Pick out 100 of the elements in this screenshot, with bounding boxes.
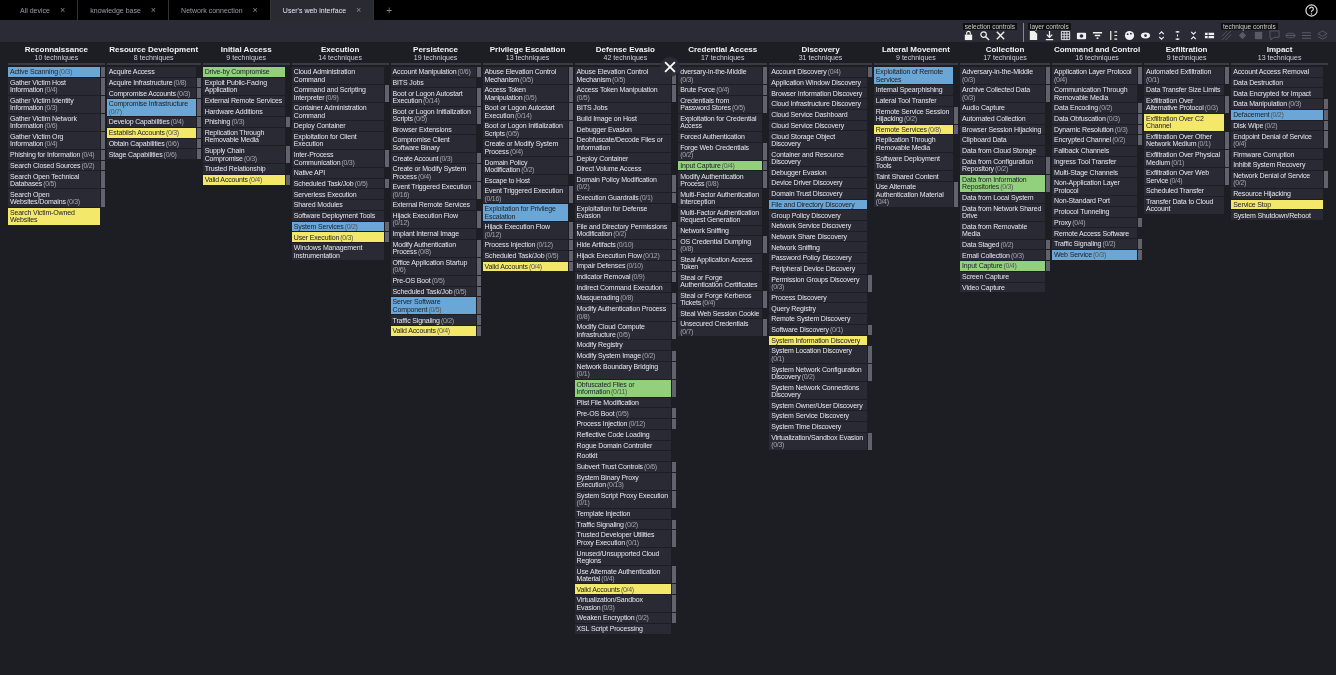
subtechnique-handle[interactable] bbox=[285, 117, 290, 127]
subtechnique-handle[interactable] bbox=[954, 106, 958, 124]
subtechnique-handle[interactable] bbox=[384, 85, 389, 103]
tactic-title[interactable]: Execution bbox=[321, 45, 360, 54]
help-icon[interactable] bbox=[1305, 3, 1318, 17]
subtechnique-handle[interactable] bbox=[672, 271, 677, 282]
subtechnique-handle[interactable] bbox=[672, 192, 677, 203]
subtechnique-handle[interactable] bbox=[1138, 67, 1143, 85]
subtechnique-handle[interactable] bbox=[476, 239, 481, 257]
subtechnique-handle[interactable] bbox=[1046, 67, 1051, 85]
subtechnique-handle[interactable] bbox=[672, 250, 677, 261]
subtechnique-handle[interactable] bbox=[672, 361, 677, 379]
subtechnique-handle[interactable] bbox=[100, 67, 105, 77]
subtechnique-handle[interactable] bbox=[1046, 239, 1051, 250]
subtechnique-handle[interactable] bbox=[100, 113, 105, 131]
subtechnique-handle[interactable] bbox=[196, 117, 201, 127]
subtechnique-handle[interactable] bbox=[1225, 131, 1230, 149]
subtechnique-handle[interactable] bbox=[568, 139, 573, 157]
subtechnique-handle[interactable] bbox=[867, 67, 872, 77]
tactic-title[interactable]: Credential Access bbox=[688, 45, 758, 54]
tactic-title[interactable]: Defense Evasio bbox=[595, 45, 655, 54]
subtechnique-handle[interactable] bbox=[1324, 131, 1328, 149]
close-tab-button[interactable]: × bbox=[59, 5, 66, 15]
subtechnique-handle[interactable] bbox=[763, 160, 768, 171]
sort-icon[interactable] bbox=[1108, 30, 1119, 41]
subtechnique-handle[interactable] bbox=[1225, 95, 1230, 113]
subtechnique-handle[interactable] bbox=[672, 293, 677, 303]
subtechnique-handle[interactable] bbox=[476, 164, 481, 182]
subtechnique-handle[interactable] bbox=[100, 95, 105, 113]
eye-icon[interactable] bbox=[1140, 30, 1151, 41]
subtechnique-handle[interactable] bbox=[476, 297, 481, 315]
filter-icon[interactable] bbox=[1092, 30, 1103, 41]
subtechnique-handle[interactable] bbox=[1046, 174, 1051, 192]
subtechnique-handle[interactable] bbox=[867, 346, 872, 364]
subtechnique-handle[interactable] bbox=[100, 77, 105, 95]
subtechnique-handle[interactable] bbox=[672, 261, 677, 271]
subtechnique-handle[interactable] bbox=[476, 210, 481, 228]
close-tab-button[interactable]: × bbox=[150, 5, 157, 15]
subtechnique-handle[interactable] bbox=[1138, 103, 1143, 113]
subtechnique-handle[interactable] bbox=[196, 77, 201, 88]
subtechnique-handle[interactable] bbox=[672, 379, 677, 397]
subtechnique-handle[interactable] bbox=[672, 595, 677, 613]
subtechnique-handle[interactable] bbox=[100, 189, 105, 207]
subtechnique-handle[interactable] bbox=[672, 85, 677, 103]
subtechnique-handle[interactable] bbox=[1046, 85, 1051, 103]
download-icon[interactable] bbox=[1044, 30, 1055, 41]
subtechnique-handle[interactable] bbox=[672, 613, 677, 623]
subtechnique-handle[interactable] bbox=[1138, 113, 1143, 124]
subtechnique-handle[interactable] bbox=[476, 286, 481, 297]
subtechnique-handle[interactable] bbox=[1138, 217, 1143, 228]
subtechnique-handle[interactable] bbox=[867, 364, 872, 382]
subtechnique-handle[interactable] bbox=[672, 462, 677, 472]
subtechnique-handle[interactable] bbox=[476, 106, 481, 124]
lock-icon[interactable] bbox=[962, 30, 974, 41]
subtechnique-handle[interactable] bbox=[1138, 249, 1143, 260]
subtechnique-handle[interactable] bbox=[100, 131, 105, 149]
tactic-title[interactable]: Resource Development bbox=[109, 45, 199, 54]
subtechnique-handle[interactable] bbox=[1138, 239, 1143, 249]
subtechnique-handle[interactable] bbox=[100, 160, 105, 171]
subtechnique-handle[interactable] bbox=[476, 275, 481, 286]
tactic-title[interactable]: Initial Access bbox=[220, 45, 272, 54]
new-tab-button[interactable]: + bbox=[374, 0, 405, 20]
subtechnique-handle[interactable] bbox=[867, 324, 872, 335]
subtechnique-handle[interactable] bbox=[672, 322, 677, 340]
subtechnique-handle[interactable] bbox=[568, 103, 573, 121]
subtechnique-handle[interactable] bbox=[867, 274, 872, 292]
tactic-title[interactable]: Privilege Escalation bbox=[489, 45, 566, 54]
subtechnique-handle[interactable] bbox=[384, 149, 389, 168]
subtechnique-handle[interactable] bbox=[568, 157, 573, 175]
subtechnique-handle[interactable] bbox=[476, 315, 481, 326]
subtechnique-handle[interactable] bbox=[672, 239, 677, 250]
camera-icon[interactable] bbox=[1076, 30, 1087, 41]
tactic-title[interactable]: Persistence bbox=[413, 45, 458, 54]
subtechnique-handle[interactable] bbox=[867, 432, 872, 450]
subtechnique-handle[interactable] bbox=[476, 326, 481, 336]
close-tab-button[interactable]: × bbox=[252, 5, 258, 15]
grid-icon[interactable] bbox=[1060, 30, 1071, 41]
subtechnique-handle[interactable] bbox=[672, 419, 677, 429]
subtechnique-handle[interactable] bbox=[100, 171, 105, 189]
subtechnique-handle[interactable] bbox=[568, 261, 573, 272]
subtechnique-handle[interactable] bbox=[672, 566, 677, 584]
subtechnique-handle[interactable] bbox=[672, 174, 677, 192]
tactic-title[interactable]: Command and Control bbox=[1053, 45, 1141, 54]
search-icon[interactable] bbox=[978, 30, 990, 41]
close-icon[interactable] bbox=[994, 30, 1006, 41]
subtechnique-handle[interactable] bbox=[476, 153, 481, 164]
subtechnique-handle[interactable] bbox=[476, 67, 481, 77]
subtechnique-handle[interactable] bbox=[196, 127, 201, 138]
subtechnique-handle[interactable] bbox=[568, 85, 573, 103]
subtechnique-handle[interactable] bbox=[1046, 250, 1051, 261]
subtechnique-handle[interactable] bbox=[384, 232, 389, 243]
subtechnique-handle[interactable] bbox=[1046, 156, 1051, 174]
subtechnique-handle[interactable] bbox=[672, 221, 677, 239]
subtechnique-handle[interactable] bbox=[476, 88, 481, 106]
subtechnique-handle[interactable] bbox=[1324, 120, 1328, 131]
subtechnique-handle[interactable] bbox=[1225, 67, 1230, 85]
subtechnique-handle[interactable] bbox=[1046, 261, 1051, 271]
subtechnique-handle[interactable] bbox=[954, 182, 958, 207]
subtechnique-handle[interactable] bbox=[568, 121, 573, 139]
tactic-title[interactable]: Impact bbox=[1266, 45, 1293, 54]
